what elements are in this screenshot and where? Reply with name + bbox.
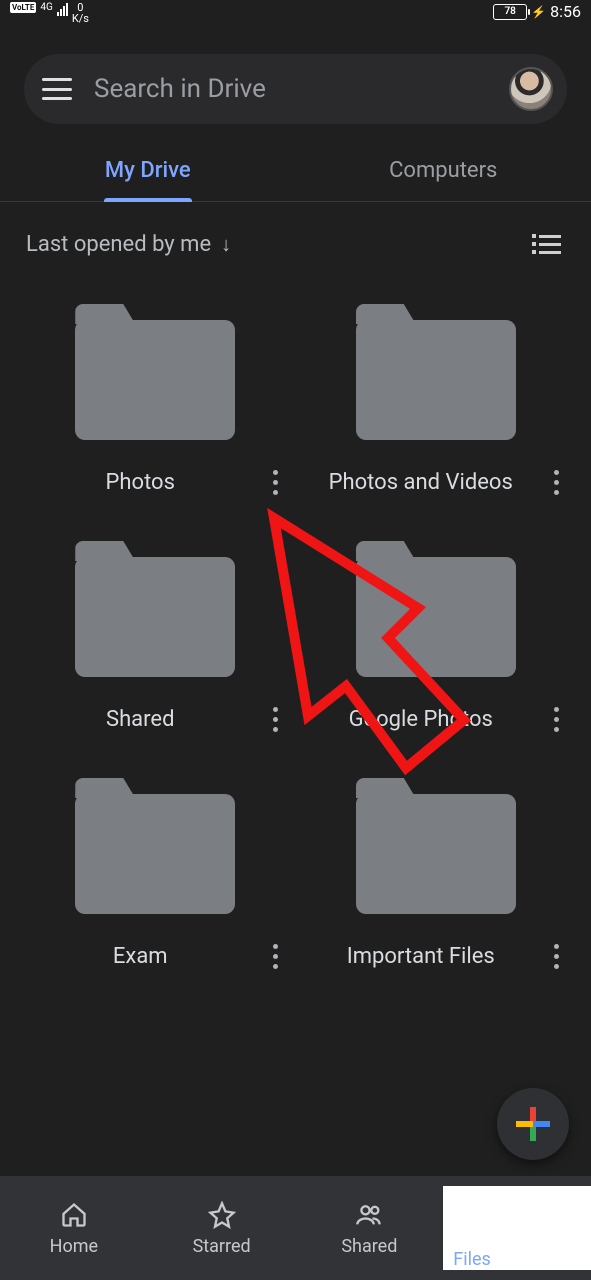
people-icon [354, 1200, 384, 1230]
folder-label: Photos and Videos [301, 469, 542, 497]
folder-label: Exam [20, 943, 261, 971]
nav-starred[interactable]: Starred [148, 1176, 296, 1280]
folder-google-photos[interactable]: Google Photos [301, 541, 572, 738]
more-options-icon[interactable] [261, 938, 291, 975]
drive-tabs: My Drive Computers [0, 142, 591, 202]
more-options-icon[interactable] [261, 701, 291, 738]
folder-important-files[interactable]: Important Files [301, 778, 572, 975]
new-fab-button[interactable] [497, 1088, 569, 1160]
folder-icon[interactable] [356, 557, 516, 677]
more-options-icon[interactable] [541, 938, 571, 975]
folder-label: Important Files [301, 943, 542, 971]
bottom-nav: Home Starred Shared Files [0, 1176, 591, 1280]
folder-label: Google Photos [301, 706, 542, 734]
data-speed-indicator: 0 K/s [72, 2, 89, 24]
status-bar: VoLTE 4G 0 K/s 78 ⚡ 8:56 [0, 0, 591, 30]
network-generation-label: 4G [40, 2, 52, 13]
folder-icon[interactable] [75, 557, 235, 677]
more-options-icon[interactable] [261, 464, 291, 501]
folder-icon[interactable] [356, 320, 516, 440]
nav-files[interactable]: Files [443, 1176, 591, 1280]
folder-photos-and-videos[interactable]: Photos and Videos [301, 304, 572, 501]
view-toggle-icon[interactable] [528, 230, 565, 258]
nav-label: Shared [341, 1236, 397, 1257]
plus-icon [516, 1107, 550, 1141]
battery-percent: 78 [504, 6, 515, 17]
sort-by-button[interactable]: Last opened by me ↓ [26, 232, 231, 257]
folder-photos[interactable]: Photos [20, 304, 291, 501]
sort-by-label: Last opened by me [26, 232, 211, 257]
folder-grid: Photos Photos and Videos Shared Google P… [0, 258, 591, 975]
status-right: 78 ⚡ 8:56 [493, 2, 581, 21]
folder-label: Shared [20, 706, 261, 734]
signal-icon [57, 2, 68, 16]
battery-icon: 78 [493, 4, 527, 20]
status-left: VoLTE 4G 0 K/s [10, 2, 89, 24]
more-options-icon[interactable] [541, 701, 571, 738]
volte-badge: VoLTE [10, 2, 36, 13]
star-icon [207, 1200, 237, 1230]
arrow-down-icon: ↓ [221, 232, 231, 257]
clock: 8:56 [550, 2, 581, 21]
nav-label: Files [453, 1249, 491, 1270]
folder-label: Photos [20, 469, 261, 497]
folder-shared[interactable]: Shared [20, 541, 291, 738]
folder-icon[interactable] [356, 794, 516, 914]
folder-exam[interactable]: Exam [20, 778, 291, 975]
account-avatar[interactable] [509, 67, 553, 111]
home-icon [59, 1200, 89, 1230]
folder-icon[interactable] [75, 320, 235, 440]
menu-icon[interactable] [42, 78, 72, 100]
charging-icon: ⚡ [531, 5, 546, 19]
search-bar[interactable]: Search in Drive [24, 54, 567, 124]
more-options-icon[interactable] [541, 464, 571, 501]
folder-icon[interactable] [75, 794, 235, 914]
nav-home[interactable]: Home [0, 1176, 148, 1280]
nav-label: Starred [193, 1236, 251, 1257]
nav-shared[interactable]: Shared [296, 1176, 444, 1280]
nav-label: Home [50, 1236, 98, 1257]
tab-my-drive[interactable]: My Drive [0, 142, 296, 201]
speed-unit: K/s [72, 13, 89, 24]
search-placeholder[interactable]: Search in Drive [94, 74, 487, 104]
tab-computers[interactable]: Computers [296, 142, 591, 201]
